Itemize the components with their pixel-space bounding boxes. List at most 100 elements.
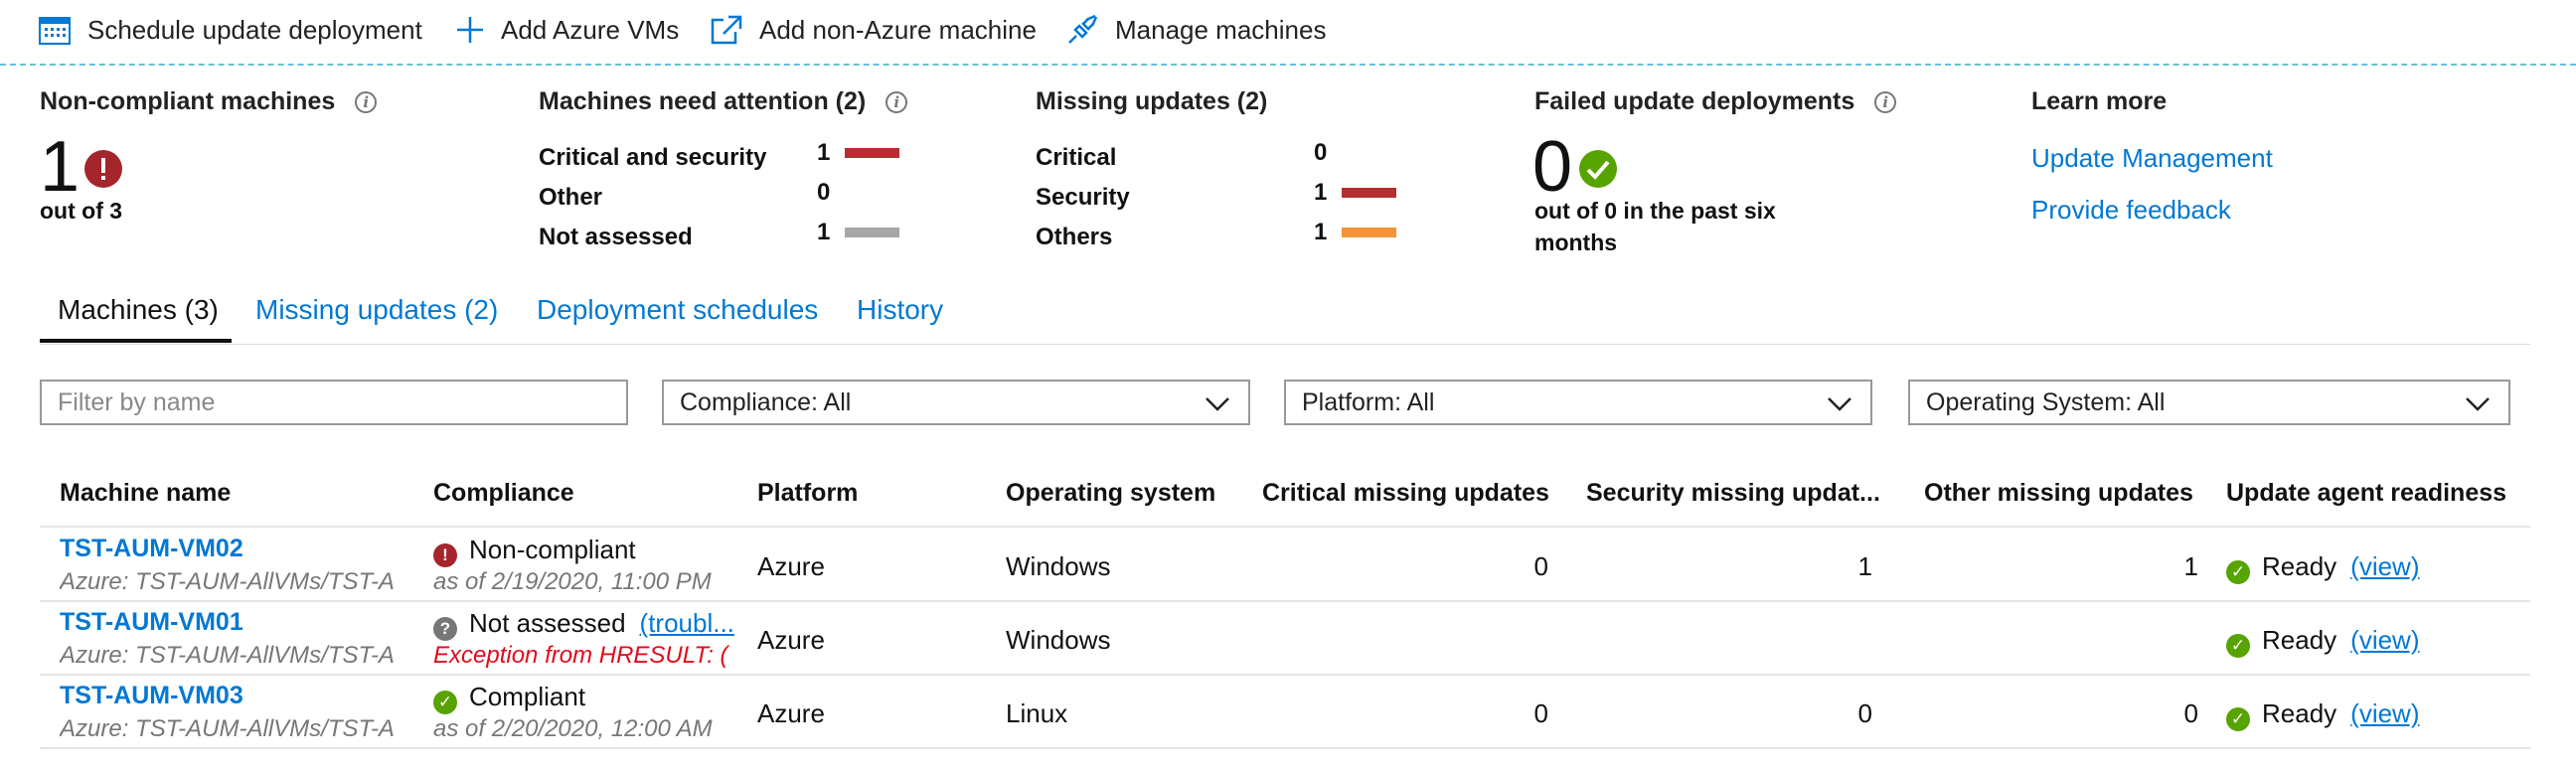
learn-more-title-text: Learn more [2031,87,2168,115]
missing-row-value: 1 [1314,219,1328,245]
col-header-security-missing[interactable]: Security missing updat... [1586,479,1880,508]
info-icon[interactable]: i [1874,90,1897,113]
tab-machines[interactable]: Machines (3) [58,294,219,326]
other-missing-count: 1 [2183,551,2198,581]
col-header-critical-missing[interactable]: Critical missing updates [1262,479,1549,508]
attention-row-label: Critical and security [539,144,767,171]
missing-row-label: Security [1036,184,1130,211]
col-header-agent-readiness[interactable]: Update agent readiness [2226,479,2506,508]
learn-more-title: Learn more [2031,87,2167,116]
compliance-status-text: Non-compliant [469,535,636,564]
troubleshoot-link[interactable]: (troubl... [640,608,734,638]
view-readiness-link[interactable]: (view) [2350,625,2419,655]
schedule-update-deployment-button[interactable]: Schedule update deployment [38,10,422,50]
attention-row-label: Other [539,184,603,211]
noncompliant-tile-title: Non-compliant machines i [40,87,378,116]
col-header-compliance[interactable]: Compliance [433,479,574,508]
update-management-link[interactable]: Update Management [2031,143,2273,174]
attention-title-text: Machines need attention (2) [539,87,867,115]
failed-title-text: Failed update deployments [1534,87,1855,115]
filter-by-name-box[interactable] [40,380,628,425]
info-icon[interactable]: i [355,90,378,113]
machine-resource-path: Azure: TST-AUM-AllVMs/TST-A [60,568,395,595]
provide-feedback-link[interactable]: Provide feedback [2031,195,2231,226]
machine-name-link[interactable]: TST-AUM-VM01 [60,608,243,637]
row-divider [40,600,2530,602]
attention-row-value: 1 [817,219,831,245]
readiness-text: Ready [2262,698,2337,728]
plug-icon [1068,14,1098,44]
add-non-azure-machine-button[interactable]: Add non-Azure machine [710,10,1037,50]
machine-name-link[interactable]: TST-AUM-VM03 [60,682,243,710]
failed-subtitle-line1: out of 0 in the past six [1534,198,1776,224]
platform-cell: Azure [757,625,825,655]
tabs-baseline [40,344,2530,345]
missing-row-label: Others [1036,224,1113,250]
manage-machines-label: Manage machines [1115,14,1327,45]
attention-row-label: Not assessed [539,224,693,250]
error-icon [84,150,122,188]
filter-by-name-input[interactable] [58,387,626,417]
col-header-machine-name[interactable]: Machine name [60,479,231,508]
agent-readiness: ✓ Ready (view) [2226,698,2420,731]
compliance-status: ! Non-compliant [433,535,636,567]
question-icon: ? [433,617,457,641]
view-readiness-link[interactable]: (view) [2350,551,2419,581]
critical-missing-count: 0 [1533,698,1548,728]
os-filter-value: Operating System: All [1926,387,2166,416]
failed-subtitle-line2: months [1534,230,1618,255]
calendar-icon [39,17,71,45]
os-cell: Windows [1006,551,1111,581]
missing-security-bar [1342,188,1396,198]
compliance-status: ? Not assessed (troubl... [433,608,737,641]
chevron-down-icon [2466,397,2490,411]
compliance-filter-dropdown[interactable]: Compliance: All [662,380,1250,425]
info-icon[interactable]: i [886,90,908,113]
row-divider [40,674,2530,676]
chevron-down-icon [1206,397,1229,411]
attention-critical-bar [845,148,899,158]
tab-history[interactable]: History [857,294,943,326]
checkmark-icon: ✓ [2226,634,2250,658]
agent-readiness: ✓ Ready (view) [2226,551,2420,584]
error-icon: ! [433,543,457,567]
noncompliant-subtitle: out of 3 [40,198,123,224]
noncompliant-title-text: Non-compliant machines [40,87,336,115]
security-missing-count: 0 [1857,698,1872,728]
readiness-text: Ready [2262,625,2337,655]
external-link-icon [711,15,742,45]
tab-deployment-schedules[interactable]: Deployment schedules [537,294,818,326]
missing-row-value: 1 [1314,179,1328,206]
machine-resource-path: Azure: TST-AUM-AllVMs/TST-A [60,715,395,742]
add-azure-vms-button[interactable]: Add Azure VMs [455,10,679,50]
checkmark-icon: ✓ [2226,560,2250,584]
compliance-timestamp: as of 2/19/2020, 11:00 PM [433,568,712,595]
attention-tile-title: Machines need attention (2) i [539,87,908,116]
checkmark-icon: ✓ [433,691,457,714]
compliance-filter-value: Compliance: All [680,387,852,416]
plus-icon [457,17,483,43]
view-readiness-link[interactable]: (view) [2350,698,2419,728]
os-filter-dropdown[interactable]: Operating System: All [1908,380,2510,425]
col-header-operating-system[interactable]: Operating system [1006,479,1215,508]
col-header-other-missing[interactable]: Other missing updates [1924,479,2193,508]
readiness-text: Ready [2262,551,2337,581]
failed-count: 0 [1532,127,1573,207]
other-missing-count: 0 [2183,698,2198,728]
tab-missing-updates[interactable]: Missing updates (2) [255,294,498,326]
missing-others-bar [1342,228,1396,237]
platform-filter-dropdown[interactable]: Platform: All [1284,380,1872,425]
col-header-platform[interactable]: Platform [757,479,858,508]
active-tab-indicator [40,339,232,343]
missing-row-label: Critical [1036,144,1117,171]
platform-cell: Azure [757,698,825,728]
add-azure-vms-label: Add Azure VMs [501,14,680,45]
critical-missing-count: 0 [1533,551,1548,581]
attention-row-value: 1 [817,139,831,166]
machine-name-link[interactable]: TST-AUM-VM02 [60,535,243,563]
compliance-timestamp: as of 2/20/2020, 12:00 AM [433,715,713,742]
manage-machines-button[interactable]: Manage machines [1065,10,1326,50]
success-icon [1579,150,1617,188]
agent-readiness: ✓ Ready (view) [2226,625,2420,658]
missing-title-text: Missing updates (2) [1036,87,1268,115]
